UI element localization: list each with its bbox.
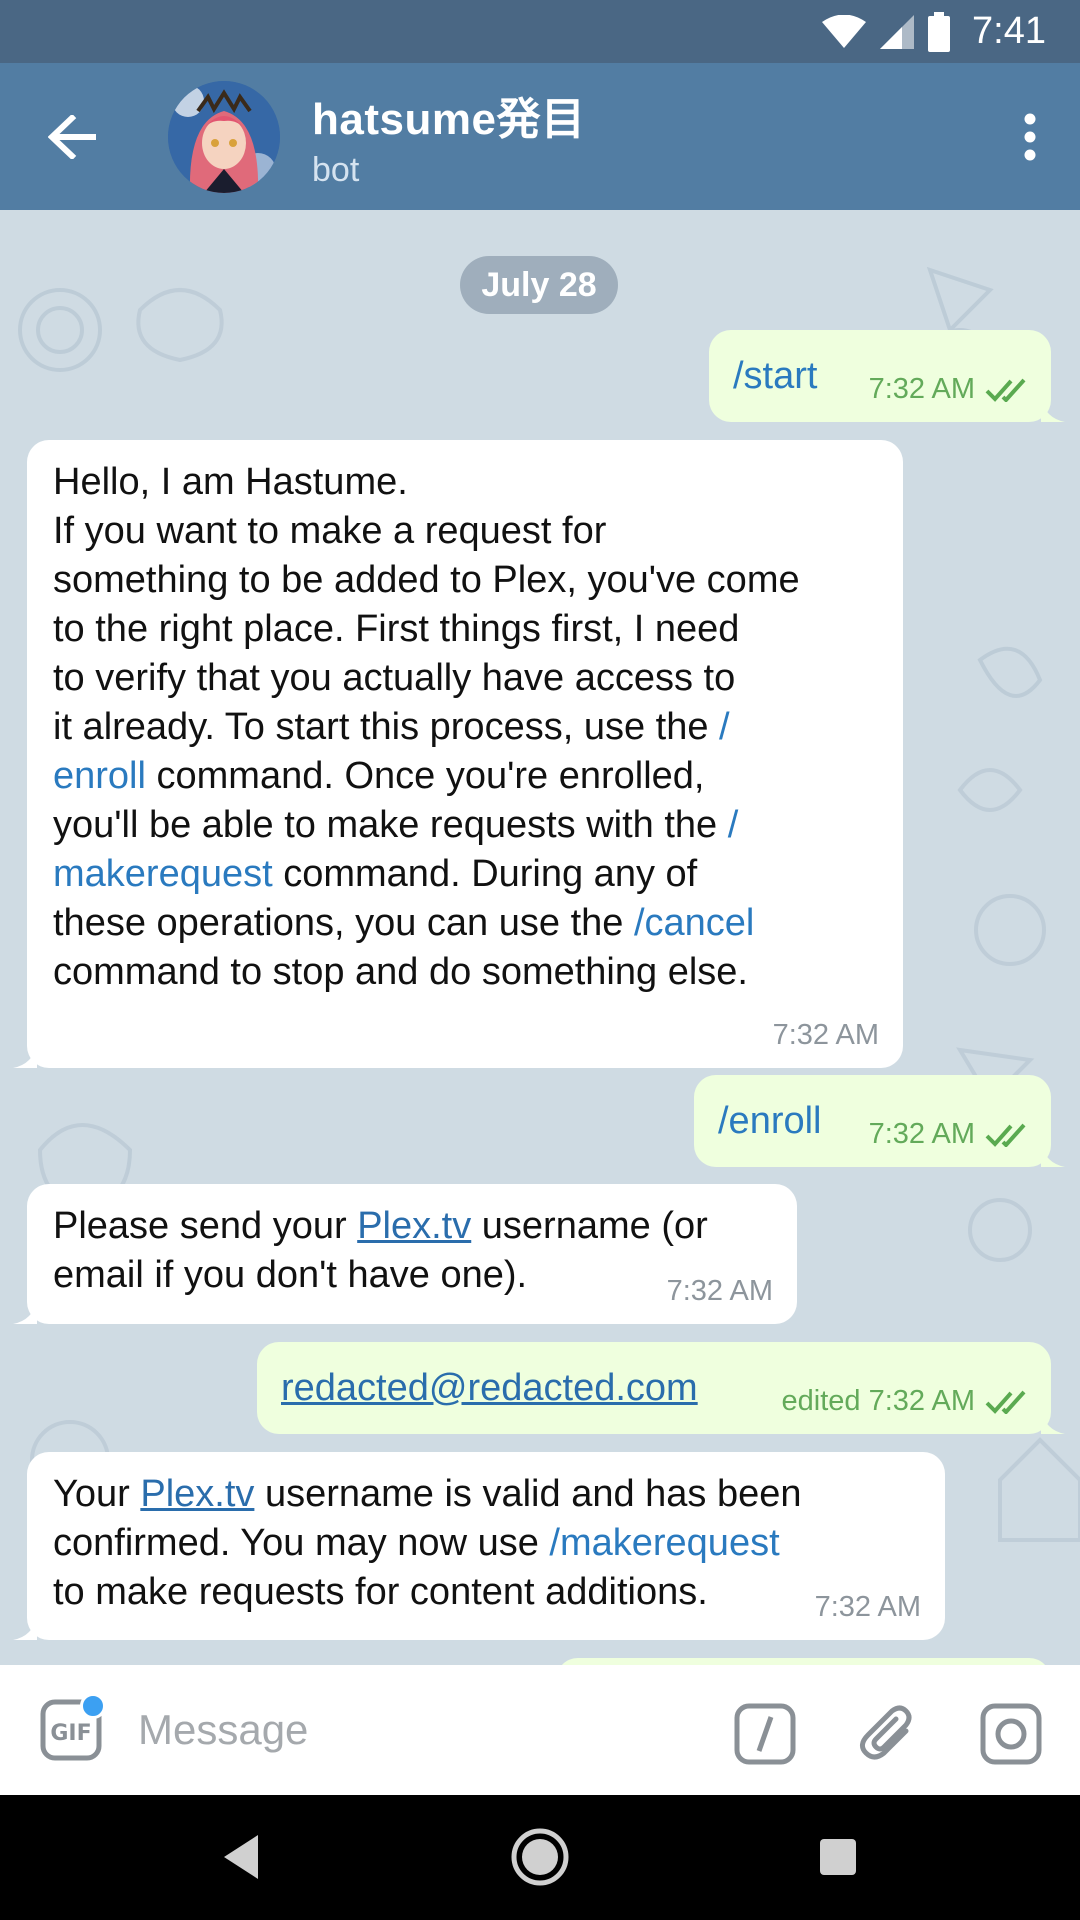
status-icons (822, 11, 951, 52)
message-time: 7:32 AM (868, 1118, 975, 1150)
enroll-command-link[interactable]: / (719, 706, 730, 748)
message-meta: 7:32 AM (869, 1118, 1027, 1151)
message-line: to verify that you actually have access … (53, 657, 736, 699)
gif-notification-dot (80, 1693, 106, 1719)
message-line: to the right place. First things first, … (53, 608, 740, 650)
plex-tv-link[interactable]: Plex.tv (357, 1205, 471, 1247)
message-line: these operations, you can use the /cance… (53, 902, 755, 944)
makerequest-command-link[interactable]: makerequest (53, 853, 273, 895)
slash-command-icon[interactable] (734, 1703, 796, 1765)
cancel-command-link[interactable]: /cancel (634, 902, 754, 944)
svg-text:GIF: GIF (50, 1721, 91, 1746)
status-bar: 7:41 (0, 0, 1080, 63)
makerequest-command-link[interactable]: /makerequest (549, 1522, 779, 1564)
chat-area[interactable]: July 28 /start 7:32 AM Hello, I am Hastu… (0, 210, 1080, 1665)
chat-subtitle: bot (312, 151, 360, 189)
outgoing-message[interactable]: redacted@redacted.com edited 7:32 AM (257, 1342, 1065, 1434)
outgoing-message-partial[interactable] (556, 1658, 1051, 1665)
message-line: command to stop and do something else. (53, 951, 748, 993)
avatar[interactable] (168, 80, 280, 193)
camera-icon[interactable] (980, 1703, 1042, 1765)
bubble-tail (13, 1300, 37, 1324)
outgoing-message[interactable]: /start 7:32 AM (709, 330, 1065, 422)
circle-home-icon[interactable] (508, 1825, 572, 1889)
message-line: Hello, I am Hastume. (53, 461, 408, 503)
date-separator: July 28 (460, 256, 618, 314)
message-text[interactable]: /enroll (718, 1097, 822, 1146)
incoming-message[interactable]: Your Plex.tv username is valid and has b… (13, 1452, 945, 1640)
email-link[interactable]: redacted@redacted.com (281, 1364, 698, 1413)
message-time: 7:32 AM (666, 1275, 773, 1307)
back-button[interactable] (0, 63, 144, 210)
chat-title: hatsume発目 (312, 95, 586, 144)
message-line: something to be added to Plex, you've co… (53, 559, 800, 601)
message-meta: edited 7:32 AM (782, 1385, 1027, 1418)
double-check-icon (985, 378, 1026, 402)
incoming-message[interactable]: Please send your Plex.tv username (or em… (13, 1184, 797, 1324)
battery-icon (928, 11, 951, 52)
message-input[interactable] (138, 1695, 698, 1765)
message-line: Your Plex.tv username is valid and has b… (53, 1473, 802, 1515)
triangle-back-icon[interactable] (210, 1825, 274, 1889)
makerequest-command-link[interactable]: / (728, 804, 739, 846)
paperclip-icon[interactable] (858, 1703, 920, 1765)
plex-tv-link[interactable]: Plex.tv (140, 1473, 254, 1515)
message-time: 7:32 AM (868, 373, 975, 405)
message-time: edited 7:32 AM (781, 1385, 975, 1417)
outgoing-message[interactable]: /enroll 7:32 AM (694, 1075, 1065, 1167)
message-body: Hello, I am Hastume. If you want to make… (53, 458, 893, 997)
double-check-icon (985, 1390, 1026, 1414)
message-line: Please send your Plex.tv username (or (53, 1205, 708, 1247)
bubble-tail (1041, 1143, 1065, 1167)
signal-icon (880, 14, 915, 49)
message-input-bar: GIF (0, 1665, 1080, 1795)
wifi-icon (822, 14, 867, 48)
message-meta: 7:32 AM (869, 373, 1027, 406)
message-time: 7:32 AM (772, 1019, 879, 1051)
navigation-bar (0, 1795, 1080, 1920)
bubble-tail (13, 1616, 37, 1640)
message-line: you'll be able to make requests with the… (53, 804, 739, 846)
bubble-tail (1041, 398, 1065, 422)
bubble-tail (1041, 1410, 1065, 1434)
double-check-icon (985, 1123, 1026, 1147)
message-time: 7:32 AM (814, 1591, 921, 1623)
message-text[interactable]: /start (733, 352, 817, 401)
message-body: Your Plex.tv username is valid and has b… (53, 1470, 933, 1617)
incoming-message[interactable]: Hello, I am Hastume. If you want to make… (13, 440, 903, 1068)
square-recent-icon[interactable] (806, 1825, 870, 1889)
message-line: If you want to make a request for (53, 510, 607, 552)
more-vert-icon (1024, 113, 1036, 160)
chat-header: hatsume発目 bot (0, 63, 1080, 210)
message-line: makerequest command. During any of (53, 853, 698, 895)
arrow-left-icon (48, 114, 96, 159)
chat-title-block[interactable]: hatsume発目 bot (312, 83, 980, 190)
message-line: enroll command. Once you're enrolled, (53, 755, 705, 797)
bubble-tail (13, 1044, 37, 1068)
message-line: to make requests for content additions. (53, 1571, 708, 1613)
more-options-button[interactable] (980, 63, 1080, 210)
status-time: 7:41 (972, 10, 1046, 52)
message-line: confirmed. You may now use /makerequest (53, 1522, 780, 1564)
enroll-command-link[interactable]: enroll (53, 755, 146, 797)
message-line: it already. To start this process, use t… (53, 706, 730, 748)
